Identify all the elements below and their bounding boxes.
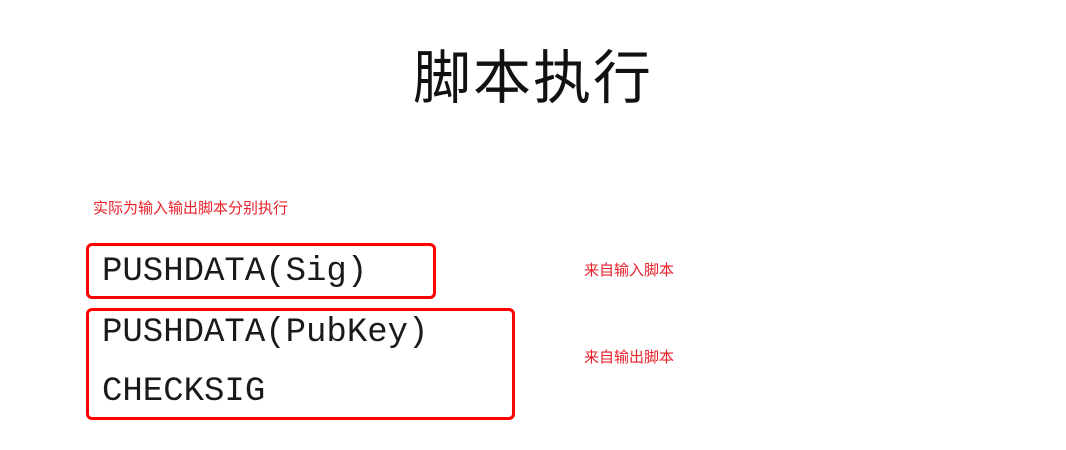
input-script-line-pushdata-sig: PUSHDATA(Sig) [102,253,368,291]
output-script-line-pushdata-pubkey: PUSHDATA(PubKey) [102,314,429,352]
output-script-line-checksig: CHECKSIG [102,373,266,411]
input-script-label: 来自输入脚本 [584,261,675,279]
page-title: 脚本执行 [412,44,653,112]
output-script-label: 来自输出脚本 [584,348,675,366]
execution-note: 实际为输入输出脚本分别执行 [93,199,289,217]
